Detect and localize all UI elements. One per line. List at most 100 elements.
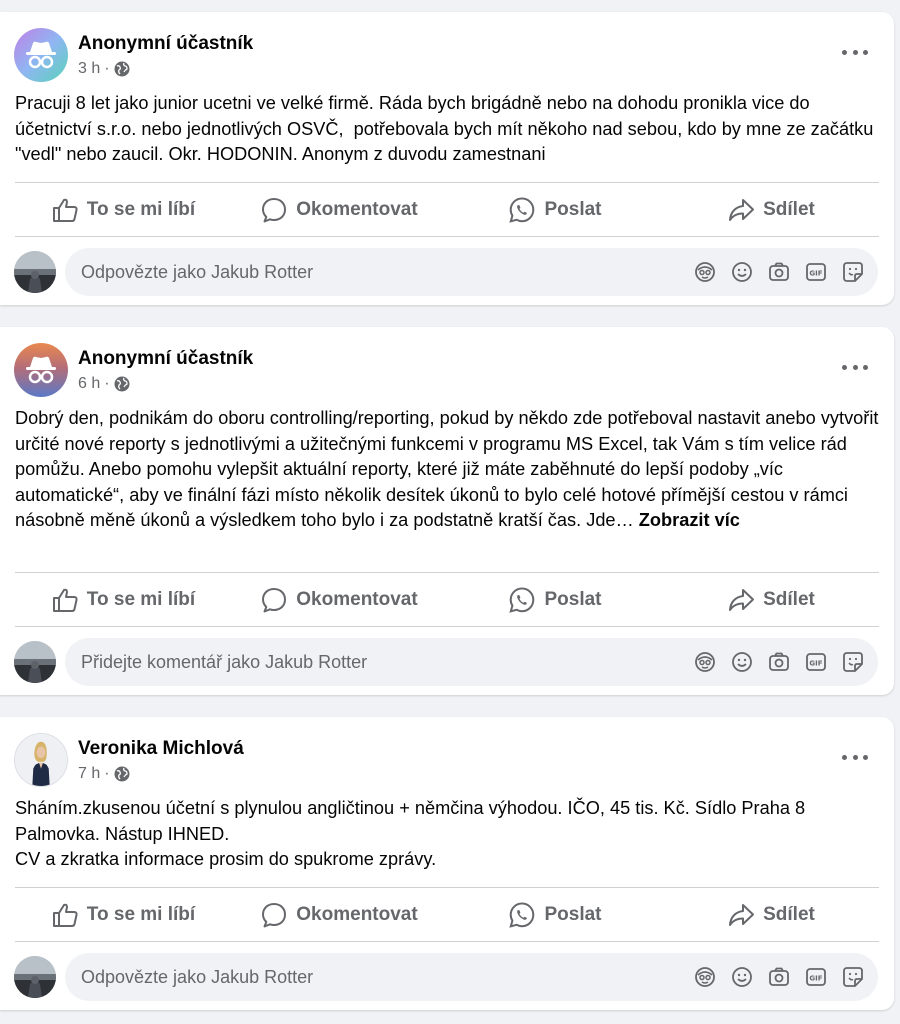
profile-avatar[interactable] [14,733,68,787]
post-card: Veronika Michlová 7 h · Sháním.zkusenou … [0,717,894,1010]
comment-label: Okomentovat [296,904,418,925]
like-label: To se mi líbí [86,589,196,610]
emoji-icon[interactable] [731,261,753,283]
sticker-icon[interactable] [842,651,864,673]
share-arrow-icon [729,199,755,221]
more-options-icon[interactable] [842,42,868,62]
post-header: Veronika Michlová 7 h · [14,733,244,787]
comment-button[interactable]: Okomentovat [231,184,447,236]
divider [15,941,879,942]
comment-composer: GIF [14,638,878,686]
post-text: Pracuji 8 let jako junior ucetni ve velk… [15,91,880,168]
like-label: To se mi líbí [86,904,196,925]
like-button[interactable]: To se mi líbí [15,574,231,626]
gif-icon[interactable]: GIF [805,651,827,673]
divider [15,887,879,888]
camera-icon[interactable] [768,966,790,988]
post-time[interactable]: 6 h [78,374,100,394]
svg-text:GIF: GIF [809,270,822,278]
profile-photo [15,734,67,786]
comment-label: Okomentovat [296,589,418,610]
avatar[interactable] [14,641,56,683]
comment-bubble-icon [262,198,287,223]
send-label: Poslat [544,199,602,220]
sticker-icon[interactable] [842,966,864,988]
comment-input[interactable] [81,651,694,673]
anonymous-incognito-icon [26,41,56,69]
camera-icon[interactable] [768,651,790,673]
whatsapp-icon [509,587,535,613]
thumbs-up-icon [52,903,78,927]
comment-bubble-icon [262,588,287,613]
whatsapp-icon [509,197,535,223]
share-button[interactable]: Sdílet [663,574,879,626]
comment-tools: GIF [694,966,864,988]
globe-icon [114,61,130,77]
thumbs-up-icon [52,198,78,222]
avatar[interactable] [14,251,56,293]
meta-separator: · [104,764,110,782]
send-button[interactable]: Poslat [447,184,663,236]
divider [15,572,879,573]
like-button[interactable]: To se mi líbí [15,889,231,941]
meta-separator: · [104,59,110,77]
avatar-sticker-icon[interactable] [694,261,716,283]
send-button[interactable]: Poslat [447,574,663,626]
action-bar: To se mi líbí Okomentovat Poslat Sdílet [15,889,879,941]
gif-icon[interactable]: GIF [805,966,827,988]
post-card: Anonymní účastník 6 h · Dobrý den, podni… [0,327,894,695]
svg-text:GIF: GIF [809,975,822,983]
avatar-sticker-icon[interactable] [694,651,716,673]
share-button[interactable]: Sdílet [663,889,879,941]
emoji-icon[interactable] [731,966,753,988]
camera-icon[interactable] [768,261,790,283]
divider [15,626,879,627]
anonymous-avatar[interactable] [14,343,68,397]
more-options-icon[interactable] [842,747,868,767]
avatar-sticker-icon[interactable] [694,966,716,988]
comment-button[interactable]: Okomentovat [231,574,447,626]
comment-label: Okomentovat [296,199,418,220]
comment-tools: GIF [694,261,864,283]
post-header: Anonymní účastník 3 h · [14,28,253,82]
anonymous-incognito-icon [26,356,56,384]
author-name[interactable]: Anonymní účastník [78,32,253,56]
post-meta: 7 h · [78,764,244,784]
post-body: Sháním.zkusenou účetní s plynulou anglič… [15,798,806,869]
comment-tools: GIF [694,651,864,673]
post-text: Dobrý den, podnikám do oboru controlling… [15,406,880,534]
comment-bubble-icon [262,903,287,928]
post-meta: 3 h · [78,59,253,79]
author-block: Veronika Michlová 7 h · [78,737,244,784]
anonymous-avatar[interactable] [14,28,68,82]
send-label: Poslat [544,589,602,610]
comment-composer: GIF [14,248,878,296]
send-button[interactable]: Poslat [447,889,663,941]
send-label: Poslat [544,904,602,925]
share-arrow-icon [729,904,755,926]
share-button[interactable]: Sdílet [663,184,879,236]
more-options-icon[interactable] [842,357,868,377]
comment-button[interactable]: Okomentovat [231,889,447,941]
author-name[interactable]: Anonymní účastník [78,347,253,371]
comment-input[interactable] [81,261,694,283]
author-name[interactable]: Veronika Michlová [78,737,244,761]
post-body: Dobrý den, podnikám do oboru controlling… [15,408,884,530]
post-header: Anonymní účastník 6 h · [14,343,253,397]
comment-input[interactable] [81,966,694,988]
like-label: To se mi líbí [86,199,196,220]
emoji-icon[interactable] [731,651,753,673]
see-more-link[interactable]: Zobrazit víc [639,510,740,530]
sticker-icon[interactable] [842,261,864,283]
like-button[interactable]: To se mi líbí [15,184,231,236]
post-time[interactable]: 7 h [78,764,100,784]
comment-box: GIF [65,953,878,1001]
thumbs-up-icon [52,588,78,612]
gif-icon[interactable]: GIF [805,261,827,283]
post-time[interactable]: 3 h [78,59,100,79]
avatar[interactable] [14,956,56,998]
meta-separator: · [104,374,110,392]
divider [15,182,879,183]
share-arrow-icon [729,589,755,611]
post-text: Sháním.zkusenou účetní s plynulou anglič… [15,796,880,873]
